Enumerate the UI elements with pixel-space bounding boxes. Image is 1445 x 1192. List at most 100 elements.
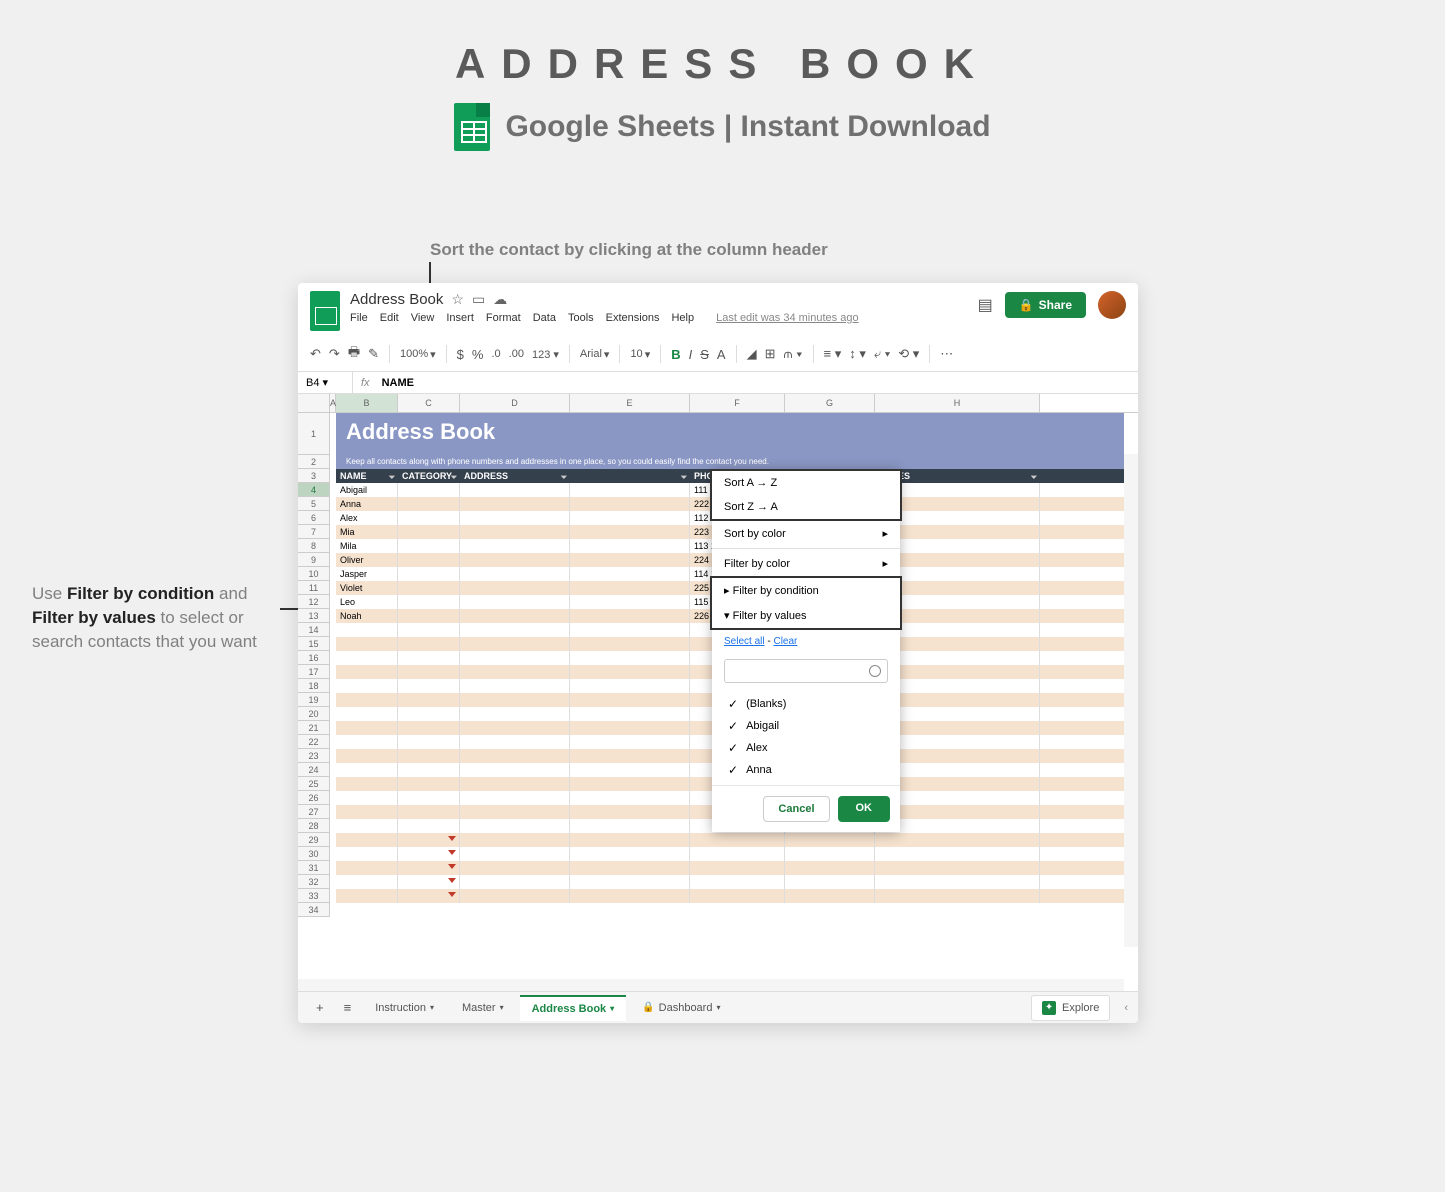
menu-view[interactable]: View [411,312,435,324]
bold-icon[interactable]: B [671,347,680,362]
vertical-scrollbar[interactable] [1124,454,1138,947]
ok-button[interactable]: OK [838,796,891,822]
filter-value-list: (Blanks)AbigailAlexAnna [712,689,900,785]
redo-icon[interactable]: ↷ [329,346,340,362]
currency-icon[interactable]: $ [457,347,464,362]
filter-search-input[interactable] [724,659,888,683]
halign-icon[interactable]: ≡ ▾ [824,346,842,362]
wrap-icon[interactable]: ⤶ ▾ [874,346,890,362]
sheets-app-icon[interactable] [310,291,340,331]
italic-icon[interactable]: I [689,347,693,362]
empty-row[interactable] [336,875,1124,889]
col-header-d[interactable]: D [460,394,570,412]
tab-address-book[interactable]: Address Book▾ [520,995,627,1021]
filter-color-item[interactable]: Filter by color▸ [712,551,900,576]
tab-instruction[interactable]: Instruction▾ [363,996,446,1020]
valign-icon[interactable]: ↕ ▾ [849,346,866,362]
filter-values-item[interactable]: ▾ Filter by values [712,603,900,628]
menu-help[interactable]: Help [671,312,694,324]
select-all-link[interactable]: Select all [724,636,765,647]
last-edit-link[interactable]: Last edit was 34 minutes ago [716,312,858,324]
fillcolor-icon[interactable]: ◢ [747,346,757,362]
select-all-corner[interactable] [298,394,330,412]
star-icon[interactable]: ☆ [451,291,464,308]
all-sheets-button[interactable]: ≡ [336,994,360,1021]
th-address[interactable]: ADDRESS⏷ [460,469,570,483]
filter-value-item[interactable]: (Blanks) [712,693,900,715]
rotate-icon[interactable]: ⟲ ▾ [898,346,919,362]
page-subtitle: Google Sheets | Instant Download [0,103,1445,151]
user-avatar[interactable] [1098,291,1126,319]
menu-file[interactable]: File [350,312,368,324]
empty-row[interactable] [336,861,1124,875]
menu-data[interactable]: Data [533,312,556,324]
font-select[interactable]: Arial ▾ [580,348,610,361]
toolbar: ↶ ↷ 🖶 ✎ 100% ▾ $ % .0 .00 123 ▾ Arial ▾ … [298,337,1138,372]
percent-icon[interactable]: % [472,347,484,362]
cancel-button[interactable]: Cancel [763,796,829,822]
filter-links: Select all - Clear [712,630,900,653]
merge-icon[interactable]: ⫙ ▾ [783,346,802,362]
zoom-select[interactable]: 100% ▾ [400,348,436,361]
borders-icon[interactable]: ⊞ [765,346,776,362]
strike-icon[interactable]: S [700,347,709,362]
filter-value-item[interactable]: Abigail [712,715,900,737]
format-more[interactable]: 123 ▾ [532,348,559,361]
col-header-b[interactable]: B [336,394,398,412]
page-title: ADDRESS BOOK [0,40,1445,88]
th-address2[interactable]: ⏷ [570,469,690,483]
paint-icon[interactable]: ✎ [368,346,379,362]
google-sheets-app: Address Book ☆ ▭ ☁ File Edit View Insert… [298,283,1138,1023]
undo-icon[interactable]: ↶ [310,346,321,362]
formula-bar: B4 ▾ fx NAME [298,372,1138,394]
formula-value[interactable]: NAME [378,373,418,393]
explore-button[interactable]: ✦Explore [1031,995,1110,1021]
cloud-icon[interactable]: ☁ [493,291,507,308]
sort-color-item[interactable]: Sort by color▸ [712,521,900,546]
sidebar-toggle[interactable]: ‹ [1124,1002,1128,1014]
explore-icon: ✦ [1042,1001,1056,1015]
col-header-e[interactable]: E [570,394,690,412]
sort-za-item[interactable]: Sort Z → A [712,495,900,519]
empty-row[interactable] [336,847,1124,861]
sort-az-item[interactable]: Sort A → Z [712,471,900,495]
menu-extensions[interactable]: Extensions [606,312,660,324]
menu-format[interactable]: Format [486,312,521,324]
menu-bar: File Edit View Insert Format Data Tools … [350,312,978,324]
document-title[interactable]: Address Book [350,291,443,308]
col-header-f[interactable]: F [690,394,785,412]
menu-tools[interactable]: Tools [568,312,594,324]
more-icon[interactable]: ⋯ [940,346,953,362]
col-header-h[interactable]: H [875,394,1040,412]
empty-row[interactable] [336,889,1124,903]
cell-reference[interactable]: B4 ▾ [298,372,353,393]
col-header-c[interactable]: C [398,394,460,412]
move-icon[interactable]: ▭ [472,291,485,308]
comments-icon[interactable]: ▤ [978,295,993,315]
filter-dropdown-popup: Sort A → Z Sort Z → A Sort by color▸ Fil… [712,469,900,832]
row-numbers: 1234567891011121314151617181920212223242… [298,413,330,917]
tab-master[interactable]: Master▾ [450,996,516,1020]
decimal-dec-icon[interactable]: .0 [491,348,500,360]
empty-row[interactable] [336,833,1124,847]
col-header-g[interactable]: G [785,394,875,412]
th-name[interactable]: NAME⏷ [336,469,398,483]
hint-sort: Sort the contact by clicking at the colu… [430,240,828,260]
clear-link[interactable]: Clear [773,636,797,647]
filter-condition-item[interactable]: ▸ Filter by condition [712,578,900,603]
filter-value-item[interactable]: Alex [712,737,900,759]
decimal-inc-icon[interactable]: .00 [509,348,524,360]
tab-dashboard[interactable]: 🔒Dashboard▾ [630,996,732,1020]
th-category[interactable]: CATEGORY⏷ [398,469,460,483]
sheet-tabs-bar: + ≡ Instruction▾ Master▾ Address Book▾ 🔒… [298,991,1138,1023]
fontsize-select[interactable]: 10 ▾ [630,348,650,361]
add-sheet-button[interactable]: + [308,994,332,1021]
menu-edit[interactable]: Edit [380,312,399,324]
filter-value-item[interactable]: Anna [712,759,900,781]
textcolor-icon[interactable]: A [717,347,726,362]
banner-title: Address Book [346,419,1114,445]
horizontal-scrollbar[interactable] [298,979,1124,991]
share-button[interactable]: 🔒Share [1005,292,1086,318]
menu-insert[interactable]: Insert [446,312,474,324]
print-icon[interactable]: 🖶 [348,343,360,365]
